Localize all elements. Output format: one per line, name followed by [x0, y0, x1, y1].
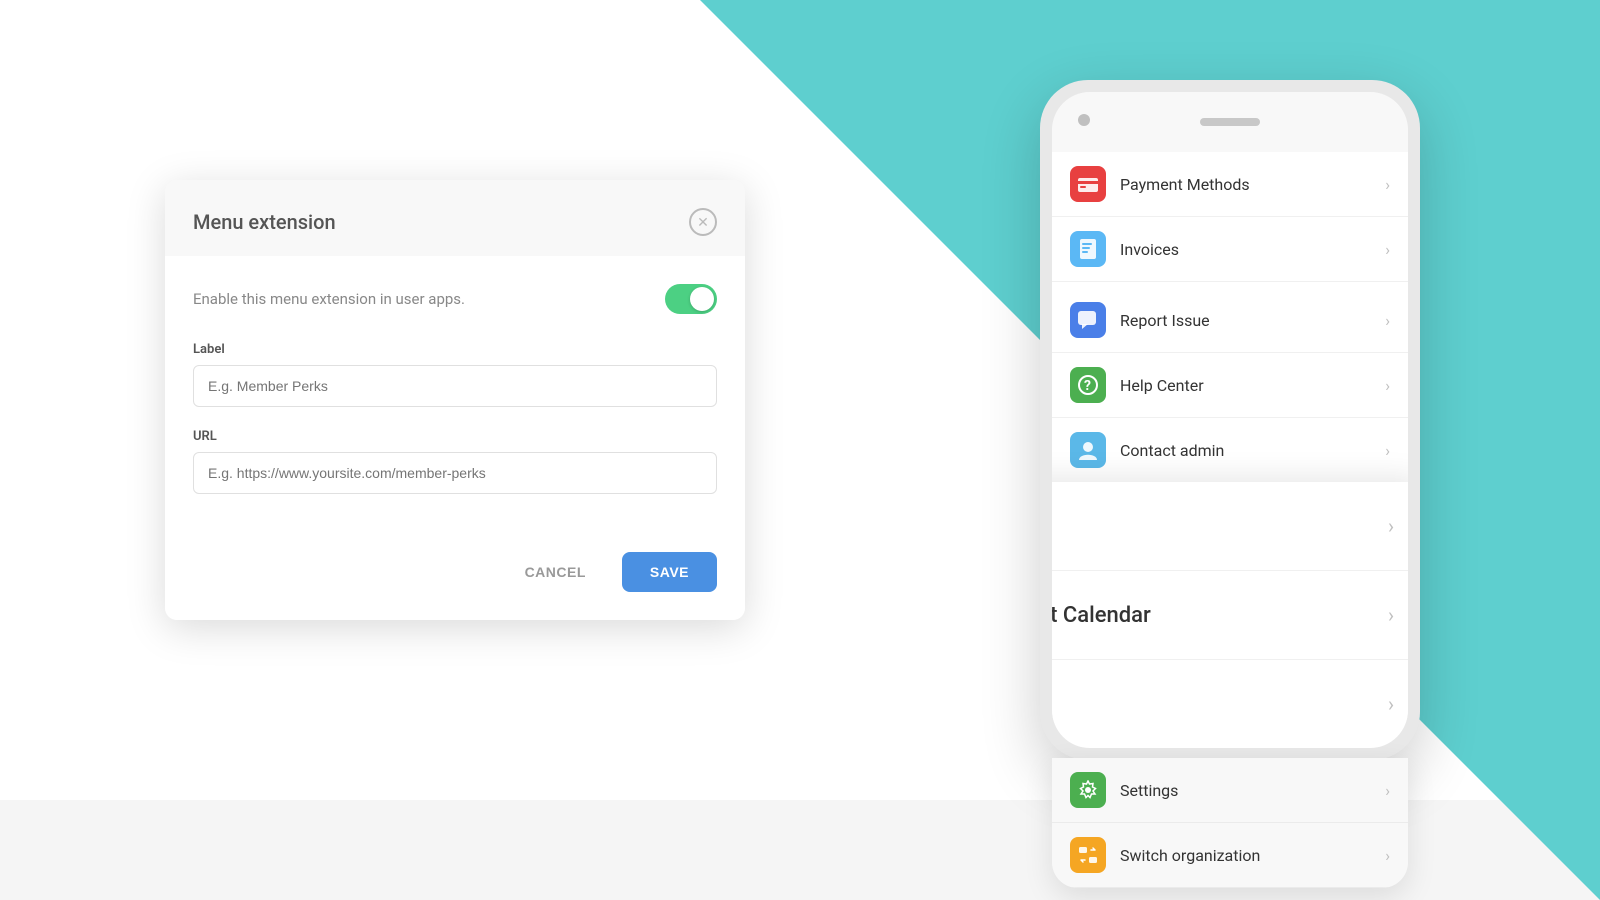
menu-item-label: Settings	[1120, 781, 1385, 800]
menu-item-label: Help Center	[1120, 376, 1385, 395]
phone-bottom-items: Settings › Switch organization ›	[1052, 758, 1408, 888]
phone-outer: Payment Methods › Invoices	[1040, 80, 1420, 760]
list-item[interactable]: Contact admin ›	[1052, 418, 1408, 483]
enable-toggle[interactable]	[665, 284, 717, 314]
toggle-knob	[690, 287, 714, 311]
chevron-right-icon: ›	[1388, 603, 1394, 627]
dialog-footer: CANCEL SAVE	[165, 552, 745, 620]
chevron-right-icon: ›	[1388, 514, 1394, 538]
list-item[interactable]: Network Labs Event Calendar ›	[1052, 571, 1408, 660]
close-icon: ✕	[697, 214, 709, 231]
dialog-body: Enable this menu extension in user apps.…	[165, 256, 745, 552]
url-field-group: URL	[193, 429, 717, 494]
menu-item-label: Contact admin	[1120, 441, 1385, 460]
phone-inner: Payment Methods › Invoices	[1052, 92, 1408, 748]
list-item[interactable]: ? Help Center ›	[1052, 353, 1408, 418]
menu-item-label: Invoices	[1120, 240, 1385, 259]
contact-admin-icon	[1070, 432, 1106, 468]
phone-speaker	[1200, 118, 1260, 126]
extended-menu-popup: Membership Perks › Network Labs Event Ca…	[1052, 482, 1408, 748]
ext-menu-label: Network Labs Event Calendar	[1052, 603, 1388, 628]
cancel-button[interactable]: CANCEL	[503, 552, 608, 592]
list-item[interactable]: Report Issue ›	[1052, 288, 1408, 353]
list-item[interactable]: Switch organization ›	[1052, 823, 1408, 888]
chevron-right-icon: ›	[1385, 175, 1390, 194]
chevron-right-icon: ›	[1385, 846, 1390, 865]
chevron-right-icon: ›	[1385, 311, 1390, 330]
list-item[interactable]: Invoices ›	[1052, 217, 1408, 282]
menu-item-label: Payment Methods	[1120, 175, 1385, 194]
url-input[interactable]	[193, 452, 717, 494]
chevron-right-icon: ›	[1385, 240, 1390, 259]
chevron-right-icon: ›	[1388, 692, 1394, 716]
toggle-description: Enable this menu extension in user apps.	[193, 290, 465, 308]
list-item[interactable]: Membership Perks ›	[1052, 482, 1408, 571]
ext-menu-label: Membership Perks	[1052, 514, 1388, 539]
list-item[interactable]: Network Labs Blog ›	[1052, 660, 1408, 748]
label-input[interactable]	[193, 365, 717, 407]
toggle-row: Enable this menu extension in user apps.	[193, 284, 717, 314]
ext-menu-label: Network Labs Blog	[1052, 692, 1388, 717]
report-issue-icon	[1070, 302, 1106, 338]
phone-screen: Payment Methods › Invoices	[1052, 152, 1408, 748]
list-item[interactable]: Settings ›	[1052, 758, 1408, 823]
payment-methods-icon	[1070, 166, 1106, 202]
chevron-right-icon: ›	[1385, 376, 1390, 395]
save-button[interactable]: SAVE	[622, 552, 717, 592]
phone-menu-list: Payment Methods › Invoices	[1052, 152, 1408, 483]
label-field-group: Label	[193, 342, 717, 407]
svg-text:?: ?	[1084, 378, 1091, 394]
phone-notch	[1052, 92, 1408, 152]
list-item[interactable]: Payment Methods ›	[1052, 152, 1408, 217]
phone-mockup: Payment Methods › Invoices	[1040, 80, 1420, 888]
url-field-label: URL	[193, 429, 717, 444]
label-field-label: Label	[193, 342, 717, 357]
help-center-icon: ?	[1070, 367, 1106, 403]
chevron-right-icon: ›	[1385, 781, 1390, 800]
menu-item-label: Switch organization	[1120, 846, 1385, 865]
invoices-icon	[1070, 231, 1106, 267]
switch-org-icon	[1070, 837, 1106, 873]
menu-item-label: Report Issue	[1120, 311, 1385, 330]
close-button[interactable]: ✕	[689, 208, 717, 236]
menu-extension-dialog: Menu extension ✕ Enable this menu extens…	[165, 180, 745, 620]
settings-icon	[1070, 772, 1106, 808]
chevron-right-icon: ›	[1385, 441, 1390, 460]
dialog-title: Menu extension	[193, 210, 336, 234]
phone-camera	[1078, 114, 1090, 126]
dialog-header: Menu extension ✕	[165, 180, 745, 256]
